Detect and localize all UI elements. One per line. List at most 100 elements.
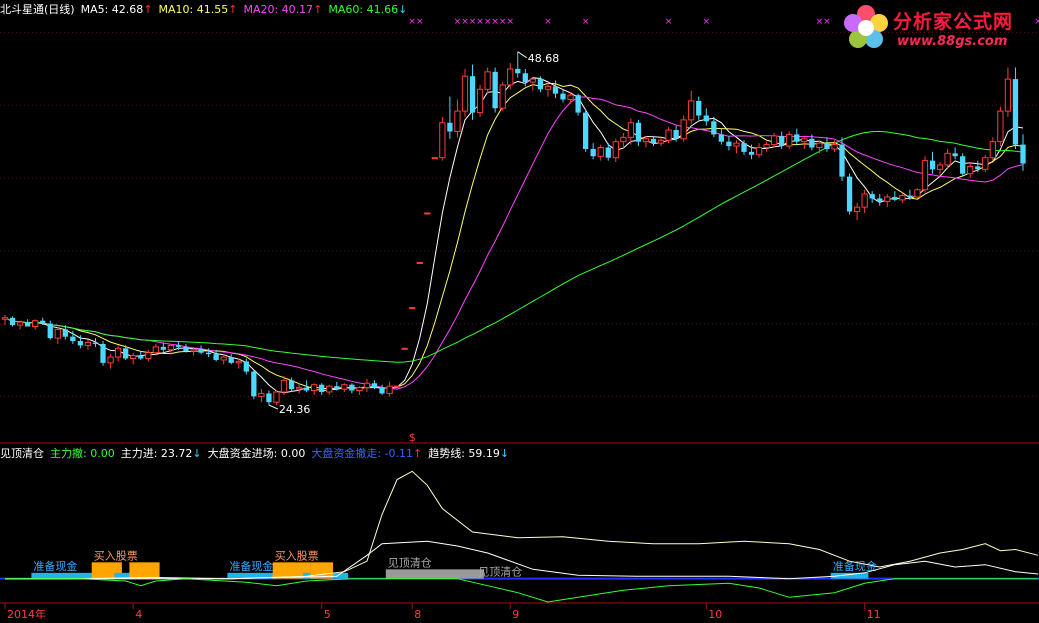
stock-chart: 2014年4589101112××××××××××××××××××××××××4… bbox=[0, 17, 1039, 621]
candle-body bbox=[635, 122, 642, 142]
candle-body bbox=[228, 357, 234, 363]
candle-body bbox=[801, 138, 808, 143]
candle-body bbox=[605, 147, 611, 158]
candle-body bbox=[786, 133, 793, 147]
market-funds-out-readout: 大盘资金撤走: -0.11↑ bbox=[311, 445, 422, 461]
x-marker: × bbox=[461, 17, 469, 27]
zone-bar bbox=[31, 572, 100, 579]
candle-body bbox=[975, 166, 981, 170]
candle-body bbox=[100, 343, 106, 363]
candle-body bbox=[688, 100, 695, 121]
low-price-annotation: 24.36 bbox=[279, 403, 311, 416]
candle-body bbox=[499, 84, 506, 109]
candle-body bbox=[190, 349, 197, 352]
candle-body bbox=[960, 156, 966, 174]
candle-body bbox=[213, 354, 219, 360]
zone-label: 买入股票 bbox=[94, 549, 138, 562]
candle-body bbox=[967, 165, 974, 175]
candle-body bbox=[92, 342, 99, 344]
candle-body bbox=[461, 75, 469, 112]
candle-body bbox=[936, 164, 944, 170]
candle-body bbox=[484, 71, 491, 90]
candle-body bbox=[334, 386, 340, 390]
candle-body bbox=[386, 385, 393, 394]
candle-body bbox=[703, 115, 709, 122]
candle-body bbox=[552, 86, 559, 94]
candle-body bbox=[597, 147, 604, 157]
x-marker: × bbox=[476, 17, 484, 27]
candle-body bbox=[696, 100, 702, 116]
candle-body bbox=[205, 352, 212, 355]
month-label: 2014年 bbox=[7, 607, 46, 621]
zone-label: 准备现金 bbox=[833, 559, 877, 573]
candle-body bbox=[929, 160, 936, 170]
x-marker: × bbox=[484, 17, 492, 27]
candle-body bbox=[877, 198, 883, 202]
candle-body bbox=[779, 135, 785, 147]
candle-body bbox=[809, 138, 815, 148]
candle-body bbox=[650, 138, 657, 144]
candle-body bbox=[914, 189, 921, 198]
candle-body bbox=[319, 384, 325, 392]
candle-body bbox=[590, 148, 596, 157]
x-marker: × bbox=[1034, 17, 1039, 27]
x-marker: × bbox=[544, 17, 552, 27]
candle-body bbox=[447, 122, 453, 132]
ma20-readout: MA20: 40.17↑ bbox=[243, 3, 322, 16]
candle-body bbox=[70, 336, 76, 342]
candle-body bbox=[853, 206, 861, 213]
candle-body bbox=[469, 76, 476, 113]
candle-body bbox=[220, 356, 227, 361]
candle-body bbox=[620, 136, 627, 143]
zone-label: 准备现金 bbox=[33, 559, 77, 573]
low-pointer bbox=[268, 404, 279, 410]
candle-body bbox=[515, 68, 521, 74]
ma-line-ma20 bbox=[4, 96, 1024, 390]
ma5-label: MA5: 42.68 bbox=[80, 2, 144, 16]
candle-body bbox=[77, 341, 84, 346]
ma5-readout: MA5: 42.68↑ bbox=[81, 3, 153, 16]
indicator-header: 见顶清仓 主力撤: 0.00 主力进: 23.72↓ 大盘资金进场: 0.00 … bbox=[0, 445, 509, 461]
candle-body bbox=[183, 346, 189, 352]
candle-body bbox=[198, 349, 204, 353]
candle-body bbox=[258, 392, 265, 397]
candle-body bbox=[349, 384, 355, 391]
main-force-in-arrow-icon: ↓ bbox=[192, 447, 202, 460]
candle-body bbox=[824, 143, 830, 149]
main-force-in-label: 主力进: 23.72 bbox=[120, 447, 193, 460]
zone-label: 准备现金 bbox=[229, 559, 273, 573]
candle-body bbox=[537, 79, 544, 90]
price-gridlines bbox=[0, 32, 1039, 580]
candle-body bbox=[831, 144, 838, 150]
x-marker: × bbox=[665, 17, 673, 27]
main-force-in-readout: 主力进: 23.72↓ bbox=[121, 445, 202, 461]
candle-body bbox=[409, 307, 416, 310]
candle-body bbox=[763, 144, 770, 149]
signal-marker: $ bbox=[409, 431, 416, 444]
candle-body bbox=[657, 139, 665, 144]
candle-body bbox=[492, 71, 498, 109]
candle-body bbox=[9, 317, 16, 326]
main-chart-header: 北斗星通(日线) MA5: 42.68↑ MA10: 41.55↑ MA20: … bbox=[0, 1, 407, 17]
candle-body bbox=[816, 142, 823, 149]
candle-body bbox=[884, 196, 891, 202]
candle-body bbox=[982, 157, 989, 170]
candle-body bbox=[733, 142, 740, 147]
candle-body bbox=[748, 151, 755, 155]
x-marker: × bbox=[491, 17, 499, 27]
candle-body bbox=[416, 261, 423, 264]
candle-body bbox=[755, 147, 763, 156]
candle-body bbox=[107, 356, 114, 364]
zone-bar bbox=[129, 562, 160, 579]
x-marker: × bbox=[469, 17, 477, 27]
indicator-line bbox=[5, 578, 1039, 603]
candle-body bbox=[295, 387, 303, 390]
month-label: 8 bbox=[414, 608, 421, 621]
candle-body bbox=[251, 371, 257, 397]
candle-body bbox=[989, 141, 996, 159]
candle-body bbox=[726, 141, 732, 147]
candle-body bbox=[280, 379, 288, 393]
trend-line-label: 趋势线: 59.19 bbox=[428, 447, 500, 460]
x-marker: × bbox=[454, 17, 462, 27]
candle-body bbox=[741, 143, 747, 152]
